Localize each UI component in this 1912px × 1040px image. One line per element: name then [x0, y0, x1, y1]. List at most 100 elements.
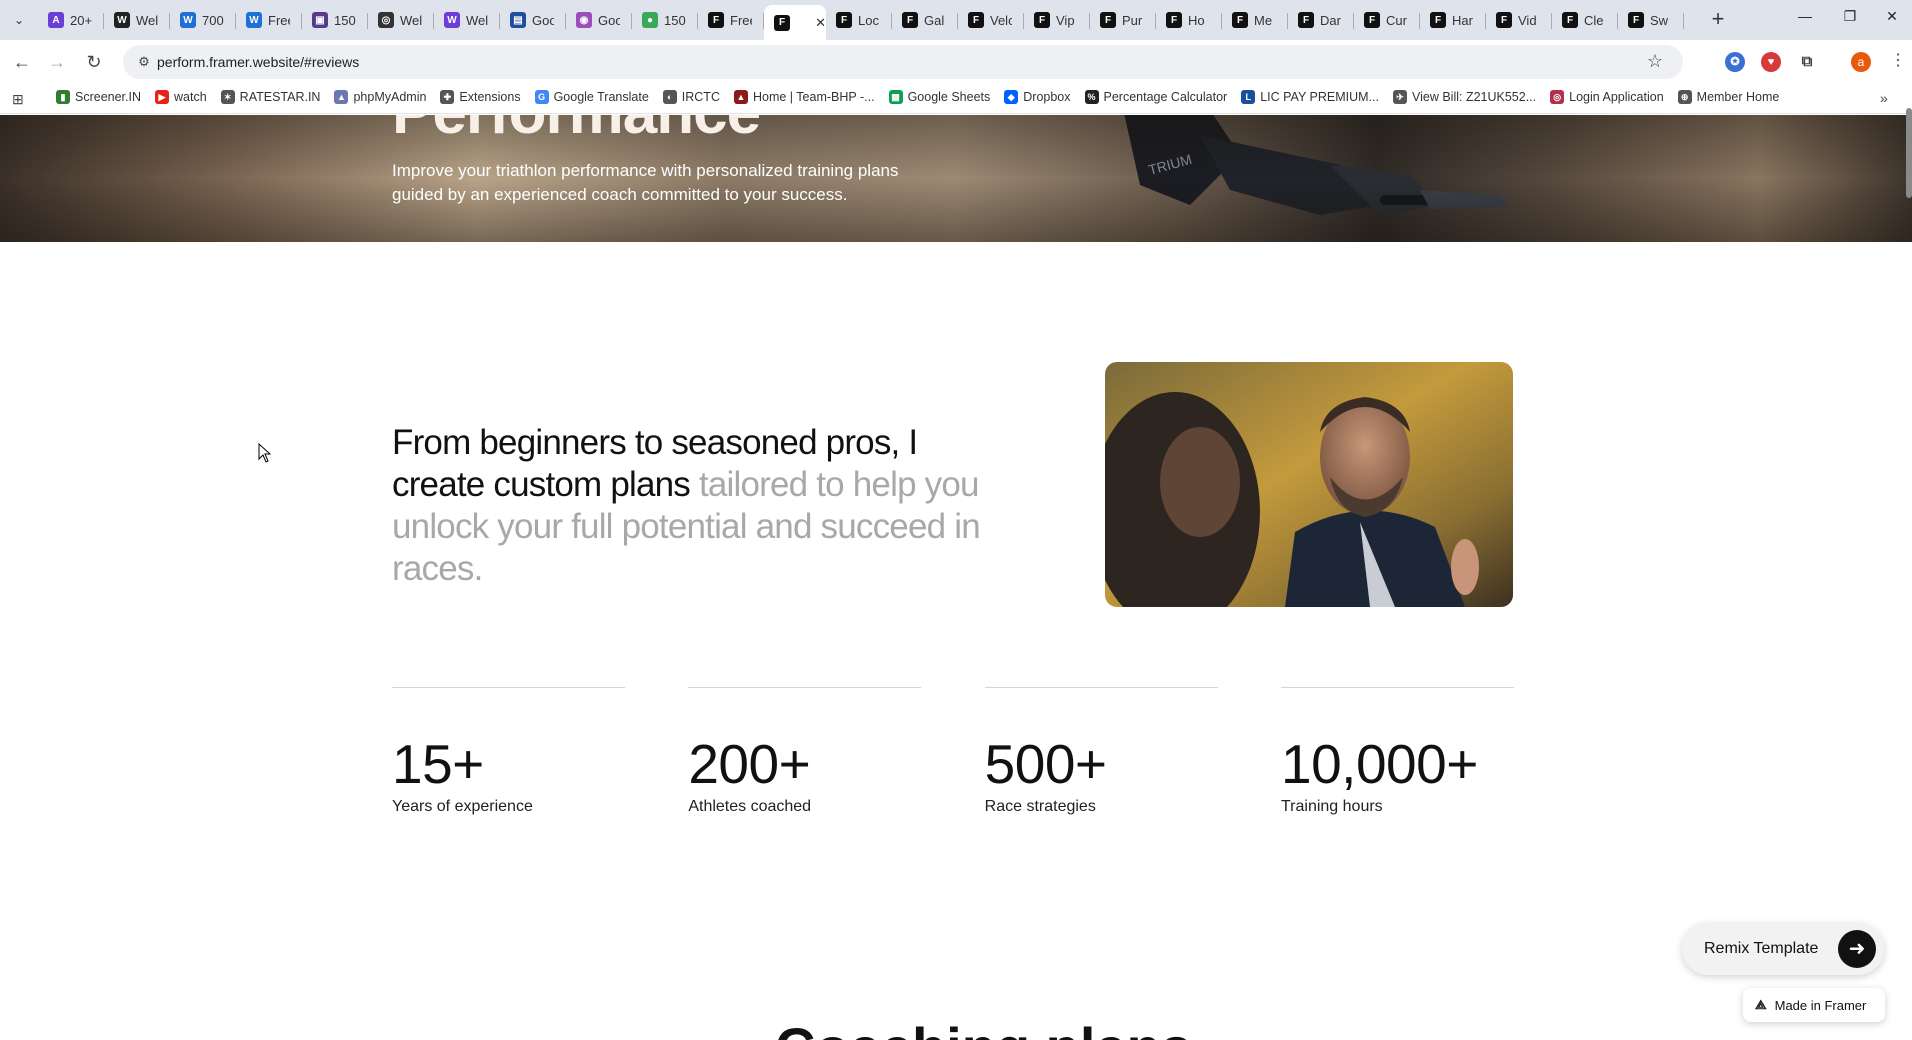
bookmark-item[interactable]: ⊕ Member Home — [1677, 90, 1779, 104]
browser-tab[interactable]: ◉ Goo — [566, 5, 632, 35]
bookmark-item[interactable]: ◆ Dropbox — [1004, 90, 1071, 104]
browser-tab[interactable]: F Har — [1420, 5, 1486, 35]
bookmark-item[interactable]: ✈ View Bill: Z21UK552... — [1392, 90, 1536, 104]
browser-toolbar: ← → ↻ ⚙ perform.framer.website/#reviews … — [0, 40, 1912, 84]
made-in-framer-badge[interactable]: ⟁ Made in Framer — [1743, 988, 1885, 1022]
bookmark-favicon-icon: ▦ — [888, 90, 903, 104]
bookmark-label: Screener.IN — [75, 90, 142, 104]
bookmark-label: phpMyAdmin — [353, 90, 427, 104]
bookmark-item[interactable]: ▦ Google Sheets — [888, 90, 990, 104]
browser-tab[interactable]: F Sw — [1618, 5, 1684, 35]
bookmark-item[interactable]: ▶ watch — [155, 90, 207, 104]
bookmark-item[interactable]: ◎ Login Application — [1550, 90, 1664, 104]
tab-favicon-icon: ◉ — [576, 12, 592, 28]
bookmark-item[interactable]: G Google Translate — [534, 90, 649, 104]
bookmark-item[interactable]: ▲ phpMyAdmin — [334, 90, 426, 104]
address-bar[interactable]: ⚙ perform.framer.website/#reviews ☆ — [123, 45, 1683, 79]
bookmark-favicon-icon: % — [1084, 90, 1099, 104]
bookmark-item[interactable]: ✶ RATESTAR.IN — [220, 90, 320, 104]
tab-title: Vip — [1056, 12, 1075, 28]
reload-icon[interactable]: ↻ — [82, 50, 106, 74]
close-window-icon[interactable]: ✕ — [1872, 8, 1912, 25]
bookmarks-bar: ⊞ ▮ Screener.IN ▶ watch ✶ RATESTAR.IN ▲ phpMyAd… — [0, 84, 1912, 114]
bookmark-item[interactable]: ✚ Extensions — [440, 90, 521, 104]
browser-tab[interactable]: F Loc — [826, 5, 892, 35]
browser-tab[interactable]: A 20+ — [38, 5, 104, 35]
extension-icon[interactable]: ✪ — [1725, 52, 1745, 72]
browser-tab[interactable]: F Cur — [1354, 5, 1420, 35]
bookmark-list: ▮ Screener.IN ▶ watch ✶ RATESTAR.IN ▲ phpMyAdmi… — [56, 90, 1793, 104]
more-bookmarks-icon[interactable]: » — [1880, 90, 1888, 106]
stat-label: Athletes coached — [688, 798, 812, 815]
tab-search-icon[interactable]: ⌄ — [8, 10, 30, 30]
remix-template-button[interactable]: Remix Template ➜ — [1682, 923, 1884, 975]
browser-tab[interactable]: F Vid — [1486, 5, 1552, 35]
tab-title: Cle — [1584, 12, 1604, 28]
browser-tab[interactable]: F Velo — [958, 5, 1024, 35]
hero-subtitle: Improve your triathlon performance with … — [392, 161, 899, 204]
bookmark-label: Percentage Calculator — [1103, 90, 1228, 104]
bookmark-label: Google Translate — [553, 90, 649, 104]
browser-tab[interactable]: F Cle — [1552, 5, 1618, 35]
forward-icon[interactable]: → — [45, 50, 69, 74]
browser-tab[interactable]: F Me — [1222, 5, 1288, 35]
bookmark-favicon-icon: ▶ — [155, 90, 170, 104]
bookmark-favicon-icon: ◐ — [662, 90, 677, 104]
tab-title: Goo — [532, 12, 554, 28]
stat-value: 15+ — [392, 733, 484, 795]
browser-tab[interactable]: F Gal — [892, 5, 958, 35]
bookmark-item[interactable]: ◐ IRCTC — [662, 90, 720, 104]
tab-title: Free — [730, 12, 752, 28]
browser-tab[interactable]: F Free — [698, 5, 764, 35]
new-tab-button[interactable]: + — [1706, 8, 1730, 32]
tab-favicon-icon: W — [444, 12, 460, 28]
hero-title: Performance — [392, 115, 761, 148]
shield-extension-icon[interactable]: ♥ — [1761, 52, 1781, 72]
tab-favicon-icon: A — [48, 12, 64, 28]
bookmark-item[interactable]: ▮ Screener.IN — [56, 90, 141, 104]
tab-title: 150 — [664, 12, 686, 28]
apps-grid-icon[interactable]: ⊞ — [12, 91, 24, 108]
browser-tab[interactable]: F Ho — [1156, 5, 1222, 35]
tab-strip: ⌄ A 20+ W Wel W 700 W Free ▣ 150 ◎ Wel W Wel ▤ Goo ◉ Goo ●… — [0, 0, 1912, 40]
tab-favicon-icon: F — [1364, 12, 1380, 28]
restore-icon[interactable]: ❐ — [1830, 8, 1870, 25]
browser-tab[interactable]: ▣ 150 — [302, 5, 368, 35]
tab-title: Sw — [1650, 12, 1669, 28]
tab-title: Ho — [1188, 12, 1205, 28]
bookmark-item[interactable]: % Percentage Calculator — [1084, 90, 1228, 104]
browser-tab[interactable]: ▤ Goo — [500, 5, 566, 35]
browser-tab[interactable]: ● 150 — [632, 5, 698, 35]
bookmark-item[interactable]: ▲ Home | Team-BHP -... — [733, 90, 875, 104]
tab-title: Loc — [858, 12, 879, 28]
browser-tab[interactable]: F ✕ — [764, 5, 826, 40]
bookmark-item[interactable]: L LIC PAY PREMIUM... — [1241, 90, 1379, 104]
browser-tab[interactable]: ◎ Wel — [368, 5, 434, 35]
browser-tab[interactable]: F Dar — [1288, 5, 1354, 35]
mouse-cursor-icon — [258, 443, 272, 463]
tab-list: A 20+ W Wel W 700 W Free ▣ 150 ◎ Wel W Wel ▤ Goo ◉ Goo ● 15… — [38, 5, 1684, 40]
bookmark-star-icon[interactable]: ☆ — [1647, 51, 1663, 72]
browser-tab[interactable]: W 700 — [170, 5, 236, 35]
browser-tab[interactable]: W Wel — [434, 5, 500, 35]
browser-menu-icon[interactable]: ⋮ — [1890, 50, 1906, 70]
site-info-icon[interactable]: ⚙ — [135, 53, 153, 71]
stat-label: Training hours — [1280, 798, 1383, 815]
url-text[interactable]: perform.framer.website/#reviews — [157, 54, 359, 70]
arrow-right-icon: ➜ — [1838, 930, 1876, 968]
back-icon[interactable]: ← — [10, 50, 34, 74]
tab-title: 700 — [202, 12, 224, 28]
profile-avatar[interactable]: a — [1851, 52, 1871, 72]
browser-tab[interactable]: F Pur — [1090, 5, 1156, 35]
tab-favicon-icon: F — [1166, 12, 1182, 28]
browser-tab[interactable]: W Free — [236, 5, 302, 35]
tab-favicon-icon: F — [1298, 12, 1314, 28]
page-scrollbar[interactable] — [1906, 108, 1912, 198]
tab-favicon-icon: F — [1232, 12, 1248, 28]
minimize-icon[interactable]: — — [1785, 8, 1825, 24]
stat-item: 200+ Athletes coached — [688, 687, 922, 816]
extensions-puzzle-icon[interactable]: ⧉ — [1797, 52, 1817, 72]
browser-tab[interactable]: W Wel — [104, 5, 170, 35]
tab-close-icon[interactable]: ✕ — [815, 15, 826, 31]
browser-tab[interactable]: F Vip — [1024, 5, 1090, 35]
